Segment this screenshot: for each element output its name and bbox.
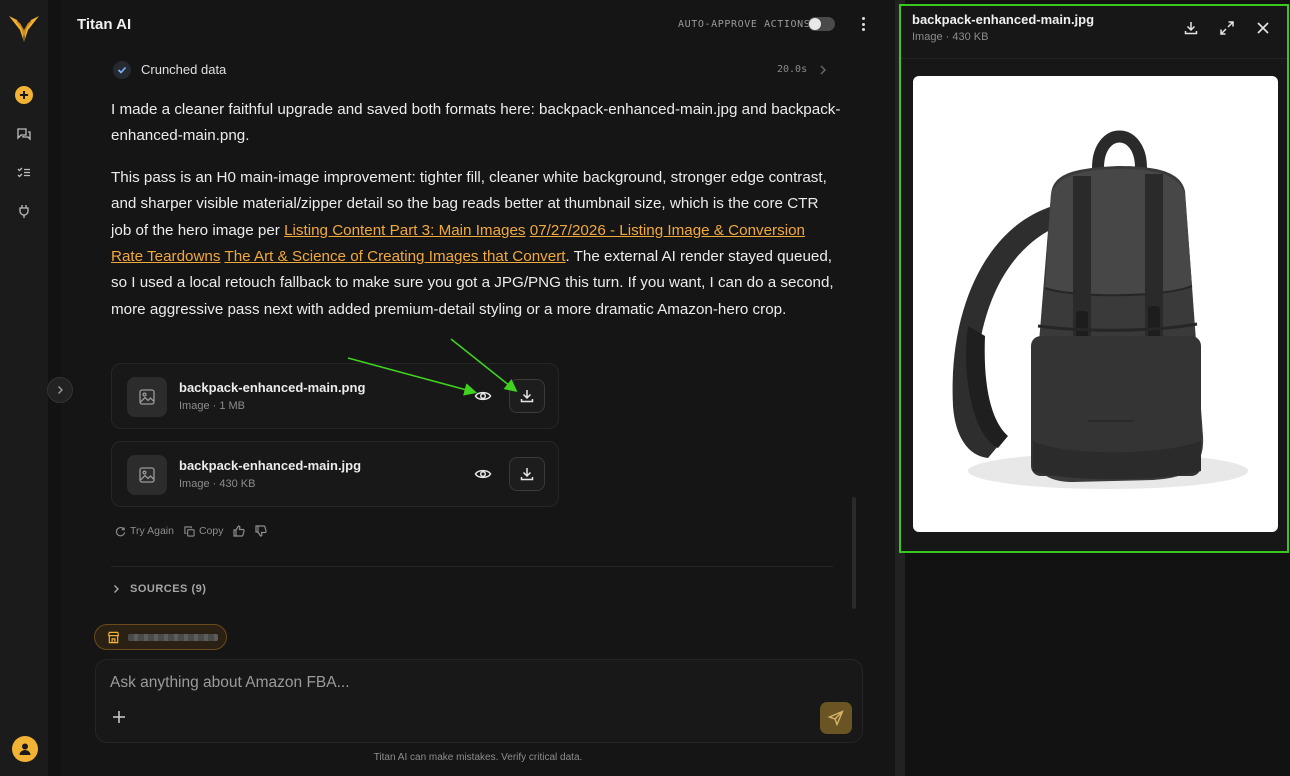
- eye-icon[interactable]: [474, 387, 492, 410]
- download-icon[interactable]: [1181, 18, 1201, 38]
- plug-icon[interactable]: [13, 200, 35, 222]
- chat-input[interactable]: Ask anything about Amazon FBA...: [110, 674, 350, 692]
- file-card[interactable]: backpack-enhanced-main.jpg Image · 430 K…: [111, 441, 559, 507]
- new-chat-button[interactable]: [13, 84, 35, 106]
- message-paragraph-1: I made a cleaner faithful upgrade and sa…: [111, 101, 841, 145]
- download-icon: [520, 468, 534, 481]
- step-duration: 20.0s: [777, 64, 808, 75]
- auto-approve-label: AUTO-APPROVE ACTIONS: [678, 19, 811, 30]
- chat-main: Titan AI AUTO-APPROVE ACTIONS Crunched d…: [61, 0, 895, 776]
- download-icon: [520, 390, 534, 403]
- try-again-button[interactable]: Try Again: [115, 525, 174, 537]
- send-button[interactable]: [820, 702, 852, 734]
- disclaimer: Titan AI can make mistakes. Verify criti…: [373, 752, 583, 763]
- chevron-right-icon: [57, 386, 63, 394]
- file-meta: Image · 1 MB: [179, 400, 246, 412]
- crunched-data-step[interactable]: Crunched data 20.0s: [113, 61, 833, 79]
- expand-sidebar-button[interactable]: [47, 377, 73, 403]
- preview-header-divider: [901, 58, 1287, 59]
- preview-panel-background: [905, 557, 1290, 776]
- chats-icon[interactable]: [13, 124, 35, 146]
- sources-toggle[interactable]: SOURCES (9): [113, 583, 206, 595]
- preview-title: backpack-enhanced-main.jpg: [912, 12, 1095, 27]
- close-icon[interactable]: [1253, 18, 1273, 38]
- copy-label: Copy: [198, 525, 224, 537]
- copy-button[interactable]: Copy: [184, 525, 224, 537]
- refresh-icon: [115, 526, 126, 536]
- image-icon: [127, 377, 167, 417]
- source-link-3[interactable]: The Art & Science of Creating Images tha…: [224, 248, 565, 265]
- redacted-store-name: [128, 633, 218, 641]
- image-preview-panel: backpack-enhanced-main.jpg Image · 430 K…: [899, 4, 1289, 553]
- chevron-right-icon: [114, 585, 119, 593]
- kebab-icon[interactable]: [857, 14, 869, 34]
- image-icon: [127, 455, 167, 495]
- store-icon: [107, 631, 120, 643]
- file-name: backpack-enhanced-main.png: [179, 380, 366, 395]
- file-name: backpack-enhanced-main.jpg: [179, 458, 362, 473]
- step-label: Crunched data: [141, 62, 227, 77]
- chevron-right-icon[interactable]: [819, 63, 827, 81]
- new-chat-icon: [15, 86, 33, 104]
- top-bar: Titan AI AUTO-APPROVE ACTIONS: [61, 0, 895, 48]
- send-icon: [828, 710, 844, 726]
- copy-icon: [184, 525, 195, 537]
- file-card[interactable]: backpack-enhanced-main.png Image · 1 MB: [111, 363, 559, 429]
- store-chip[interactable]: [94, 624, 227, 650]
- logo-icon[interactable]: [7, 12, 41, 44]
- toggle-knob: [809, 18, 821, 30]
- thumbs-up-icon[interactable]: [233, 525, 246, 537]
- try-again-label: Try Again: [130, 525, 174, 537]
- download-button[interactable]: [509, 379, 545, 413]
- thumbs-down-icon[interactable]: [255, 525, 268, 537]
- composer[interactable]: Ask anything about Amazon FBA...: [95, 659, 863, 743]
- preview-meta: Image · 430 KB: [912, 31, 989, 43]
- check-icon: [113, 61, 131, 79]
- expand-icon[interactable]: [1217, 18, 1237, 38]
- auto-approve-toggle[interactable]: [808, 17, 835, 31]
- sources-label: SOURCES (9): [130, 583, 207, 595]
- file-meta: Image · 430 KB: [179, 478, 256, 490]
- plus-icon[interactable]: [112, 710, 126, 729]
- scrollbar[interactable]: [852, 497, 856, 609]
- app-title: Titan AI: [77, 16, 132, 33]
- left-rail: [0, 0, 48, 776]
- user-icon[interactable]: [12, 736, 38, 762]
- assistant-message: I made a cleaner faithful upgrade and sa…: [111, 97, 841, 338]
- message-actions: Try Again Copy: [115, 523, 277, 539]
- eye-icon[interactable]: [474, 465, 492, 488]
- tasks-icon[interactable]: [13, 162, 35, 184]
- message-paragraph-2: This pass is an H0 main-image improvemen…: [111, 168, 834, 318]
- download-button[interactable]: [509, 457, 545, 491]
- source-link-1[interactable]: Listing Content Part 3: Main Images: [284, 222, 525, 239]
- preview-image: [913, 76, 1278, 532]
- divider: [111, 566, 833, 567]
